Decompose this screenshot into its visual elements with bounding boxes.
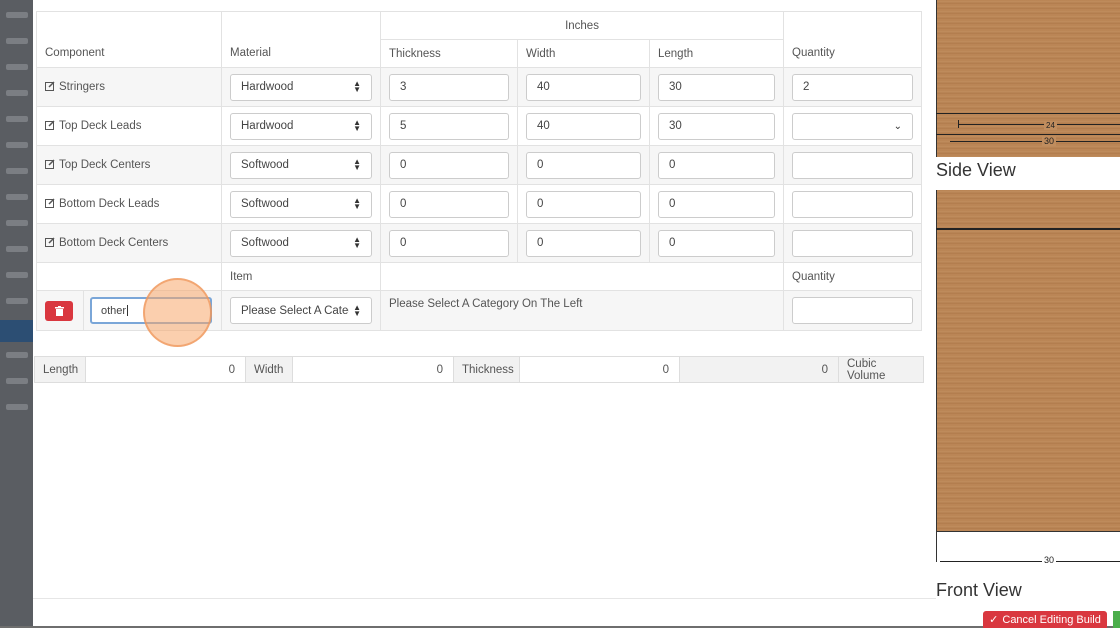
component-name: Top Deck Centers — [59, 159, 151, 171]
thickness-input[interactable]: 3 — [389, 73, 509, 101]
component-name: Stringers — [59, 81, 106, 93]
updown-arrow-icon: ▲ ▼ — [353, 196, 361, 211]
material-select[interactable]: Softwood ▲ ▼ — [230, 229, 372, 257]
length-input[interactable]: 30 — [658, 73, 776, 101]
component-cell[interactable]: Bottom Deck Leads — [36, 184, 222, 224]
quantity-select[interactable]: ⌄ — [792, 112, 914, 140]
item-placeholder-text: Please Select A Category On The Left — [379, 290, 785, 331]
edit-icon[interactable] — [45, 81, 55, 91]
length-label: Length — [35, 357, 86, 382]
component-cell[interactable]: Bottom Deck Centers — [36, 223, 222, 263]
col-header-width: Width — [517, 39, 650, 68]
table-row: Stringers Hardwood ▲ ▼ 3 40 30 2 — [36, 67, 923, 107]
updown-arrow-icon: ▲ ▼ — [353, 118, 361, 133]
component-cell[interactable]: Top Deck Centers — [36, 145, 222, 185]
thickness-input[interactable]: 0 — [389, 151, 509, 179]
material-select[interactable]: Softwood ▲ ▼ — [230, 151, 372, 179]
chevron-down-icon: ⌄ — [893, 120, 903, 132]
length-input[interactable]: 0 — [658, 229, 776, 257]
thickness-input[interactable]: 5 — [389, 112, 509, 140]
table-row: Top Deck Centers Softwood ▲ ▼ 0 0 0 — [36, 145, 923, 185]
length-input[interactable]: 0 — [658, 190, 776, 218]
front-view-image — [936, 190, 1120, 532]
material-select[interactable]: Hardwood ▲ ▼ — [230, 112, 372, 140]
click-indicator — [143, 278, 212, 347]
length-value: 0 — [86, 357, 246, 382]
quantity-input[interactable]: 2 — [792, 73, 914, 101]
thickness-value: 0 — [520, 357, 680, 382]
col-header-component: Component — [36, 39, 222, 68]
edit-icon[interactable] — [45, 159, 55, 169]
front-view-label: Front View — [936, 580, 1022, 600]
col-header-other-quantity: Quantity — [783, 262, 923, 291]
length-input[interactable]: 0 — [658, 151, 776, 179]
col-header-material: Material — [221, 39, 381, 68]
category-select[interactable]: Please Select A Category▲▼ — [230, 297, 372, 324]
edit-icon[interactable] — [45, 120, 55, 130]
cancel-editing-build-button[interactable]: ✓ Cancel Editing Build — [983, 611, 1107, 628]
material-select[interactable]: Hardwood ▲ ▼ — [230, 73, 372, 101]
thickness-input[interactable]: 0 — [389, 190, 509, 218]
width-input[interactable]: 0 — [526, 151, 641, 179]
save-build-button[interactable] — [1113, 611, 1120, 628]
length-input[interactable]: 30 — [658, 112, 776, 140]
table-row: Bottom Deck Leads Softwood ▲ ▼ 0 0 0 — [36, 184, 923, 224]
side-dimension: 30 — [1042, 136, 1057, 146]
component-name: Bottom Deck Centers — [59, 237, 169, 249]
updown-arrow-icon: ▲ ▼ — [353, 235, 361, 250]
edit-icon[interactable] — [45, 198, 55, 208]
updown-arrow-icon: ▲ ▼ — [353, 302, 361, 318]
delete-button[interactable] — [45, 300, 73, 321]
front-dimension: 30 — [1042, 555, 1057, 565]
cubic-volume-label: Cubic Volume — [839, 357, 923, 382]
quantity-input[interactable] — [792, 190, 914, 218]
width-input[interactable]: 40 — [526, 73, 641, 101]
width-input[interactable]: 0 — [526, 229, 641, 257]
other-quantity-input[interactable] — [792, 297, 914, 324]
inches-group-header: Inches — [379, 11, 785, 40]
dimensions-bar: Length 0 Width 0 Thickness 0 0 Cubic Vol… — [34, 356, 924, 383]
updown-arrow-icon: ▲ ▼ — [353, 157, 361, 172]
thickness-label: Thickness — [454, 357, 520, 382]
col-header-length: Length — [648, 39, 785, 68]
pallet-preview-panel: 24 30 Side View 30 Front View — [936, 0, 1120, 626]
updown-arrow-icon: ▲ ▼ — [353, 79, 361, 94]
edit-icon[interactable] — [45, 237, 55, 247]
trash-icon — [54, 305, 64, 316]
table-row: Top Deck Leads Hardwood ▲ ▼ 5 40 30 ⌄ — [36, 106, 923, 146]
width-label: Width — [246, 357, 293, 382]
quantity-input[interactable] — [792, 229, 914, 257]
table-row: Bottom Deck Centers Softwood ▲ ▼ 0 0 0 — [36, 223, 923, 263]
side-view-label: Side View — [936, 160, 1016, 180]
thickness-input[interactable]: 0 — [389, 229, 509, 257]
width-input[interactable]: 0 — [526, 190, 641, 218]
background-sidebar — [0, 0, 33, 626]
component-cell[interactable]: Stringers — [36, 67, 222, 107]
col-header-quantity: Quantity — [783, 39, 923, 68]
cubic-volume-value: 0 — [680, 357, 839, 382]
material-select[interactable]: Softwood ▲ ▼ — [230, 190, 372, 218]
component-name: Bottom Deck Leads — [59, 198, 160, 210]
quantity-input[interactable] — [792, 151, 914, 179]
check-icon: ✓ — [989, 614, 999, 626]
col-header-item: Item — [221, 262, 381, 291]
width-value: 0 — [293, 357, 454, 382]
width-input[interactable]: 40 — [526, 112, 641, 140]
component-cell[interactable]: Top Deck Leads — [36, 106, 222, 146]
col-header-thickness: Thickness — [380, 39, 518, 68]
small-dimension: 24 — [1044, 121, 1057, 130]
component-name: Top Deck Leads — [59, 120, 142, 132]
